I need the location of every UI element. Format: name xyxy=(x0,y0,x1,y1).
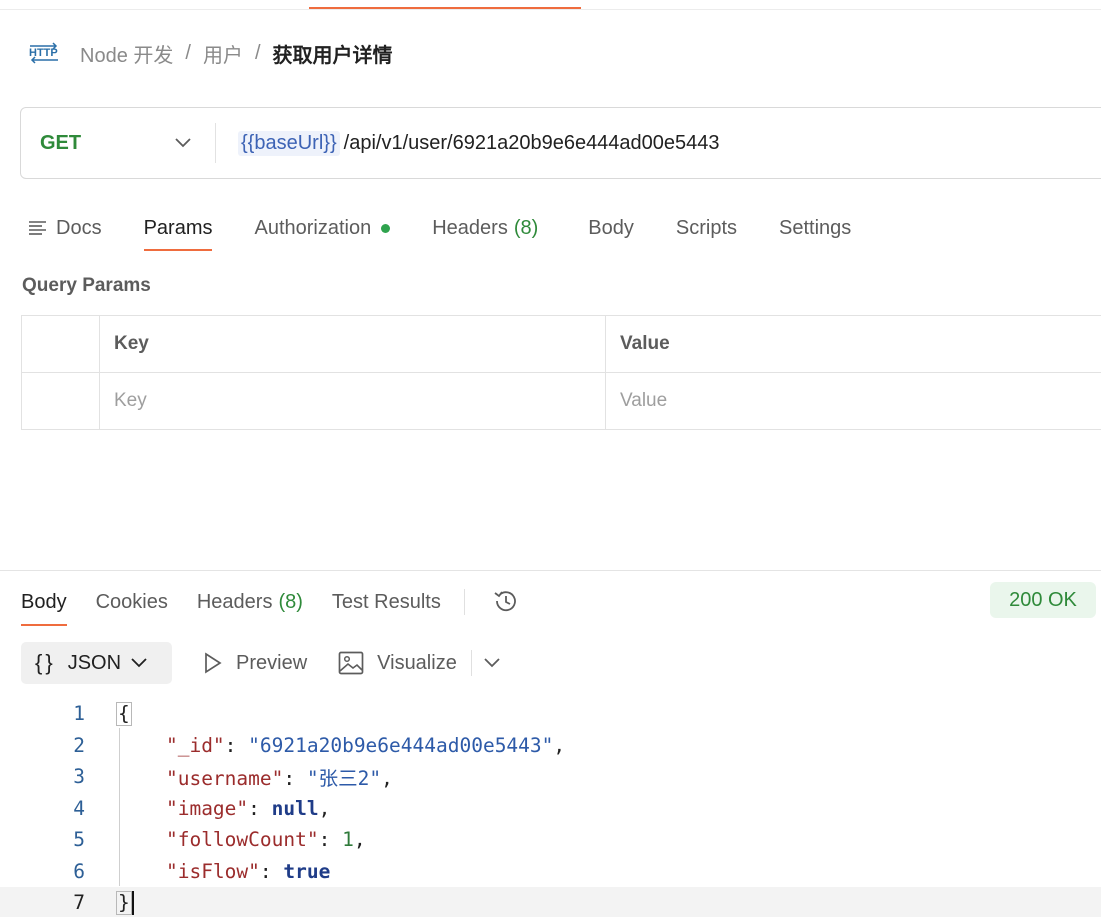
docs-icon xyxy=(29,221,46,235)
query-params-title: Query Params xyxy=(22,275,151,296)
open-brace: { xyxy=(116,701,132,726)
value-input[interactable]: Value xyxy=(605,372,1101,430)
tab-response-body[interactable]: Body xyxy=(21,578,67,626)
method-dropdown[interactable]: GET xyxy=(21,132,215,155)
tab-test-results[interactable]: Test Results xyxy=(332,578,441,626)
code-line-current: 7 } xyxy=(0,887,1101,917)
breadcrumb-collection[interactable]: Node 开发 xyxy=(80,39,173,68)
tab-label: Authorization xyxy=(254,216,372,239)
json-key: "_id" xyxy=(165,733,225,757)
line-number: 3 xyxy=(73,765,85,789)
visualize-button[interactable]: Visualize xyxy=(338,651,457,675)
tab-label: Body xyxy=(588,216,634,239)
tab-label: Headers xyxy=(196,590,273,613)
value-column-header: Value xyxy=(605,315,1101,373)
image-icon xyxy=(338,651,364,675)
tab-headers[interactable]: Headers (8) xyxy=(432,205,538,251)
table-row: Key Value xyxy=(21,372,1101,430)
tab-cookies[interactable]: Cookies xyxy=(96,578,168,626)
json-number: 1 xyxy=(342,828,354,852)
response-editor[interactable]: 1 { 2 "_id": "6921a20b9e6e444ad00e5443",… xyxy=(0,697,1101,917)
tab-docs[interactable]: Docs xyxy=(28,205,102,251)
tab-label: Params xyxy=(143,216,213,239)
braces-icon: {} xyxy=(35,650,56,675)
breadcrumb-separator: / xyxy=(185,41,191,64)
chevron-down-icon xyxy=(131,658,147,668)
line-number: 2 xyxy=(73,733,85,757)
tab-label: Settings xyxy=(779,216,852,239)
row-checkbox-cell xyxy=(21,372,100,430)
tab-label: Scripts xyxy=(675,216,738,239)
headers-count: (8) xyxy=(278,590,303,613)
json-key: "image" xyxy=(165,796,249,820)
chevron-down-icon xyxy=(175,138,191,148)
json-key: "followCount" xyxy=(165,828,319,852)
breadcrumb-separator: / xyxy=(254,41,261,64)
line-number: 4 xyxy=(73,796,85,820)
tab-response-headers[interactable]: Headers (8) xyxy=(197,578,303,626)
line-number: 6 xyxy=(73,859,85,883)
preview-label: Preview xyxy=(236,651,308,674)
json-key: "isFlow" xyxy=(165,859,260,883)
tab-label: Docs xyxy=(56,216,102,239)
line-number: 7 xyxy=(73,891,85,915)
json-null: null xyxy=(271,796,319,820)
code-line: 5 "followCount": 1, xyxy=(0,824,1101,856)
format-dropdown[interactable]: {} JSON xyxy=(21,642,172,684)
key-column-header: Key xyxy=(99,315,606,373)
breadcrumb: HTTP Node 开发 / 用户 / 获取用户详情 xyxy=(28,38,393,68)
tab-params[interactable]: Params xyxy=(143,205,213,251)
query-params-table: Key Value Key Value xyxy=(21,315,1101,430)
tab-label: Test Results xyxy=(331,590,441,613)
code-line: 4 "image": null, xyxy=(0,793,1101,825)
tab-label: Body xyxy=(21,590,67,613)
json-boolean: true xyxy=(283,859,331,883)
history-icon[interactable] xyxy=(491,586,521,616)
text-cursor xyxy=(131,891,134,915)
url-input[interactable]: {{baseUrl}} /api/v1/user/6921a20b9e6e444… xyxy=(216,130,720,156)
preview-button[interactable]: Preview xyxy=(203,652,307,675)
code-line: 3 "username": "张三2", xyxy=(0,761,1101,793)
json-string: "6921a20b9e6e444ad00e5443" xyxy=(248,733,554,757)
visualize-label: Visualize xyxy=(377,651,457,674)
response-pane-divider[interactable] xyxy=(0,570,1101,571)
tab-strip-border xyxy=(0,9,1101,10)
chevron-down-icon[interactable] xyxy=(484,658,500,668)
play-icon xyxy=(205,652,222,674)
key-input[interactable]: Key xyxy=(99,372,606,430)
request-title[interactable]: 获取用户详情 xyxy=(273,39,393,68)
active-tab-indicator xyxy=(309,0,581,9)
response-tabs: Body Cookies Headers (8) Test Results xyxy=(21,578,521,628)
response-toolbar: {} JSON Preview Visualize xyxy=(21,642,500,684)
url-variable[interactable]: {{baseUrl}} xyxy=(238,130,340,156)
table-header-row: Key Value xyxy=(21,315,1101,373)
request-tabs: Docs Params Authorization Headers (8) Bo… xyxy=(28,205,893,253)
http-icon: HTTP xyxy=(29,42,58,64)
close-brace: } xyxy=(116,890,132,915)
tab-authorization[interactable]: Authorization xyxy=(254,205,391,251)
breadcrumb-folder[interactable]: 用户 xyxy=(203,39,243,68)
divider xyxy=(470,650,472,676)
json-string: "张三2" xyxy=(306,767,382,791)
request-url-bar: GET {{baseUrl}} /api/v1/user/6921a20b9e6… xyxy=(20,107,1101,179)
checkbox-column-header xyxy=(21,315,100,373)
code-line: 2 "_id": "6921a20b9e6e444ad00e5443", xyxy=(0,730,1101,762)
status-badge[interactable]: 200 OK xyxy=(990,582,1096,618)
headers-count: (8) xyxy=(513,216,539,239)
tab-body[interactable]: Body xyxy=(588,205,634,251)
tab-scripts[interactable]: Scripts xyxy=(676,205,737,251)
line-number: 5 xyxy=(73,828,85,852)
line-number: 1 xyxy=(73,702,85,726)
json-key: "username" xyxy=(165,767,284,791)
url-path: /api/v1/user/6921a20b9e6e444ad00e5443 xyxy=(343,131,720,154)
method-label: GET xyxy=(40,131,82,154)
tab-label: Cookies xyxy=(95,590,168,613)
code-line: 6 "isFlow": true xyxy=(0,856,1101,888)
tab-label: Headers xyxy=(432,216,508,239)
format-label: JSON xyxy=(67,651,122,674)
tab-settings[interactable]: Settings xyxy=(779,205,851,251)
divider xyxy=(463,589,465,615)
status-dot xyxy=(381,223,391,233)
code-line: 1 { xyxy=(0,698,1101,730)
